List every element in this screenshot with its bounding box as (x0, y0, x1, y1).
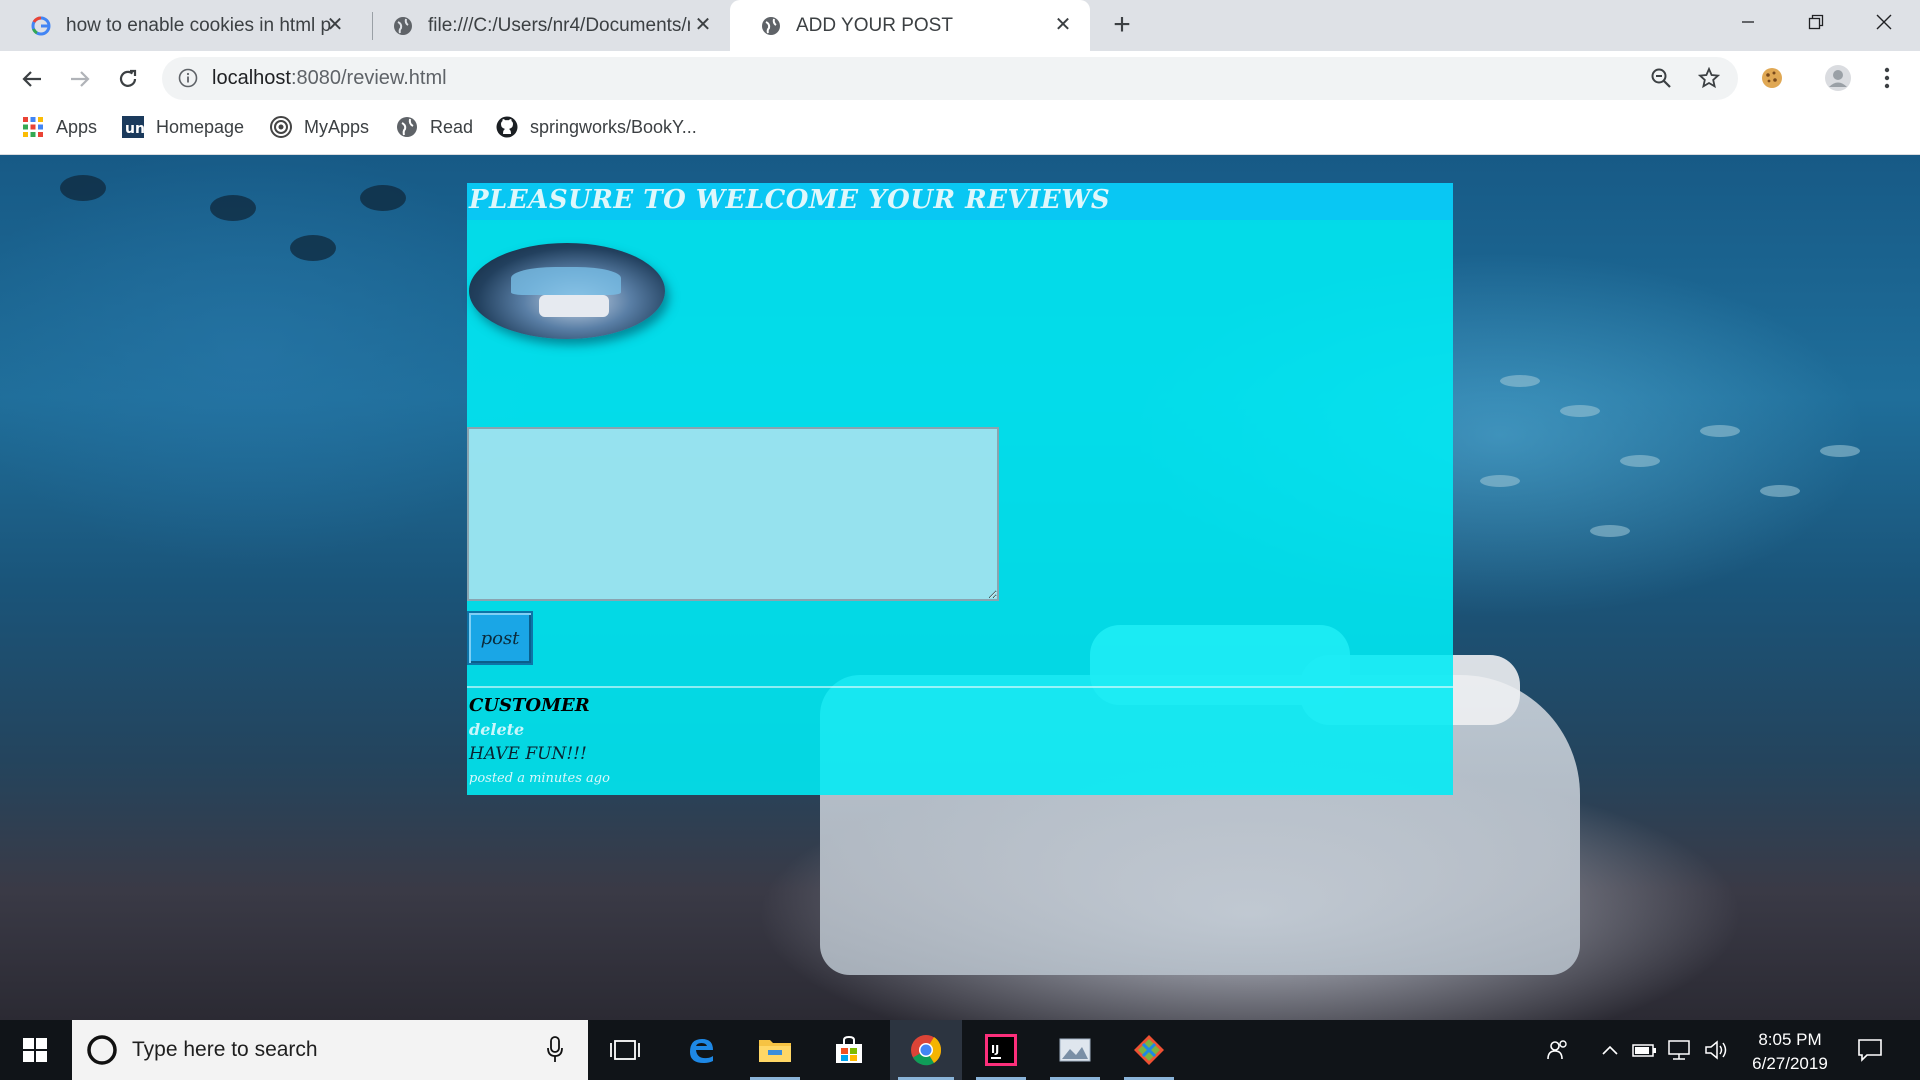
bookmark-label: Read (430, 116, 474, 137)
close-tab-icon[interactable]: ✕ (1052, 14, 1074, 36)
intellij-icon[interactable]: IJ (968, 1020, 1034, 1080)
globe-icon (392, 15, 414, 37)
cortana-icon (86, 1034, 118, 1071)
menu-dots-icon[interactable] (1872, 63, 1902, 93)
new-tab-button[interactable]: + (1108, 10, 1136, 40)
svg-text:un: un (125, 121, 144, 137)
review-textarea[interactable] (467, 427, 999, 601)
clock-date: 6/27/2019 (1752, 1054, 1828, 1073)
page-title: PLEASURE TO WELCOME YOUR REVIEWS (469, 185, 1111, 215)
show-hidden-icons-chevron-icon[interactable] (1596, 1020, 1624, 1080)
edge-icon[interactable] (668, 1020, 734, 1080)
back-button[interactable] (16, 63, 48, 95)
cookie-extension-icon[interactable] (1757, 63, 1787, 93)
bookmark-read[interactable]: Read (396, 116, 473, 138)
bookmarks-bar: Apps un Homepage MyApps Read springworks… (0, 104, 1920, 155)
network-icon[interactable] (1664, 1020, 1696, 1080)
bookmark-myapps[interactable]: MyApps (270, 116, 369, 138)
close-window-button[interactable] (1850, 0, 1918, 44)
restore-button[interactable] (1782, 0, 1850, 44)
review-panel: PLEASURE TO WELCOME YOUR REVIEWS post CU… (467, 183, 1453, 795)
background-fish (1820, 445, 1860, 457)
background-fish (1760, 485, 1800, 497)
bookmark-label: Apps (56, 116, 98, 137)
forward-button[interactable] (64, 63, 96, 95)
review-body: HAVE FUN!!! (469, 744, 587, 764)
background-fish (1620, 455, 1660, 467)
panel-header: PLEASURE TO WELCOME YOUR REVIEWS (467, 183, 1453, 220)
tab-title: ADD YOUR POST (796, 14, 953, 36)
github-icon (496, 116, 518, 138)
system-clock[interactable]: 8:05 PM 6/27/2019 (1740, 1028, 1840, 1076)
close-tab-icon[interactable]: ✕ (692, 14, 714, 36)
apps-grid-icon (22, 116, 44, 138)
volume-icon[interactable] (1700, 1020, 1732, 1080)
taskbar-search-box[interactable]: Type here to search (72, 1020, 588, 1080)
clock-time: 8:05 PM (1758, 1030, 1822, 1049)
delete-link[interactable]: delete (469, 720, 524, 739)
svg-text:IJ: IJ (991, 1043, 999, 1056)
tab-title: how to enable cookies in html pa (66, 14, 331, 36)
background-fish (1590, 525, 1630, 537)
bookmark-label: springworks/BookY... (530, 116, 697, 137)
bookmark-apps[interactable]: Apps (22, 116, 97, 138)
minimize-button[interactable] (1714, 0, 1782, 44)
url-text: localhost:8080/review.html (212, 67, 447, 89)
browser-toolbar: localhost:8080/review.html (0, 51, 1920, 104)
background-fish (1560, 405, 1600, 417)
globe-icon (396, 116, 418, 138)
zoom-icon[interactable] (1646, 63, 1676, 93)
background-fish (1700, 425, 1740, 437)
background-fish (60, 175, 106, 201)
store-icon[interactable] (816, 1020, 882, 1080)
profile-avatar-icon[interactable] (1823, 63, 1853, 93)
chrome-icon[interactable] (890, 1020, 962, 1080)
post-button[interactable]: post (467, 611, 533, 665)
battery-icon[interactable] (1630, 1020, 1660, 1080)
divider (467, 686, 1453, 688)
tab-file[interactable]: file:///C:/Users/nr4/Documents/n ✕ (362, 0, 730, 51)
star-icon[interactable] (1694, 63, 1724, 93)
bookmark-label: Homepage (156, 116, 245, 137)
tab-google-search[interactable]: how to enable cookies in html pa ✕ (0, 0, 362, 51)
info-icon[interactable] (178, 68, 198, 93)
windows-logo-icon (23, 1038, 47, 1062)
task-view-icon[interactable] (592, 1020, 658, 1080)
microphone-icon[interactable] (546, 1036, 564, 1069)
tab-title: file:///C:/Users/nr4/Documents/n (428, 14, 690, 36)
background-fish (1500, 375, 1540, 387)
git-gui-icon[interactable] (1116, 1020, 1182, 1080)
bookmark-label: MyApps (304, 116, 370, 137)
page-viewport: PLEASURE TO WELCOME YOUR REVIEWS post CU… (0, 155, 1920, 1020)
myapps-icon (270, 116, 292, 138)
start-button[interactable] (0, 1020, 70, 1080)
people-icon[interactable] (1540, 1020, 1576, 1080)
address-bar[interactable]: localhost:8080/review.html (162, 57, 1738, 100)
google-icon (30, 15, 52, 37)
background-fish (290, 235, 336, 261)
photos-app-icon[interactable] (1042, 1020, 1108, 1080)
hotel-room-image (469, 243, 665, 339)
windows-taskbar: Type here to search IJ 8:05 PM 6/27/2019 (0, 1020, 1920, 1080)
action-center-icon[interactable] (1850, 1020, 1890, 1080)
tab-strip: how to enable cookies in html pa ✕ file:… (0, 0, 1920, 51)
bookmark-springworks[interactable]: springworks/BookY... (496, 116, 697, 138)
unacademy-icon: un (122, 116, 144, 138)
background-fish (1480, 475, 1520, 487)
review-timestamp: posted a minutes ago (469, 771, 610, 786)
background-fish (210, 195, 256, 221)
background-fish (360, 185, 406, 211)
close-tab-icon[interactable]: ✕ (324, 14, 346, 36)
globe-icon (760, 15, 782, 37)
file-explorer-icon[interactable] (742, 1020, 808, 1080)
bookmark-homepage[interactable]: un Homepage (122, 116, 244, 138)
reload-button[interactable] (112, 63, 144, 95)
tab-add-your-post[interactable]: ADD YOUR POST ✕ (730, 0, 1090, 51)
search-placeholder: Type here to search (132, 1038, 318, 1061)
review-author: CUSTOMER (469, 695, 590, 716)
